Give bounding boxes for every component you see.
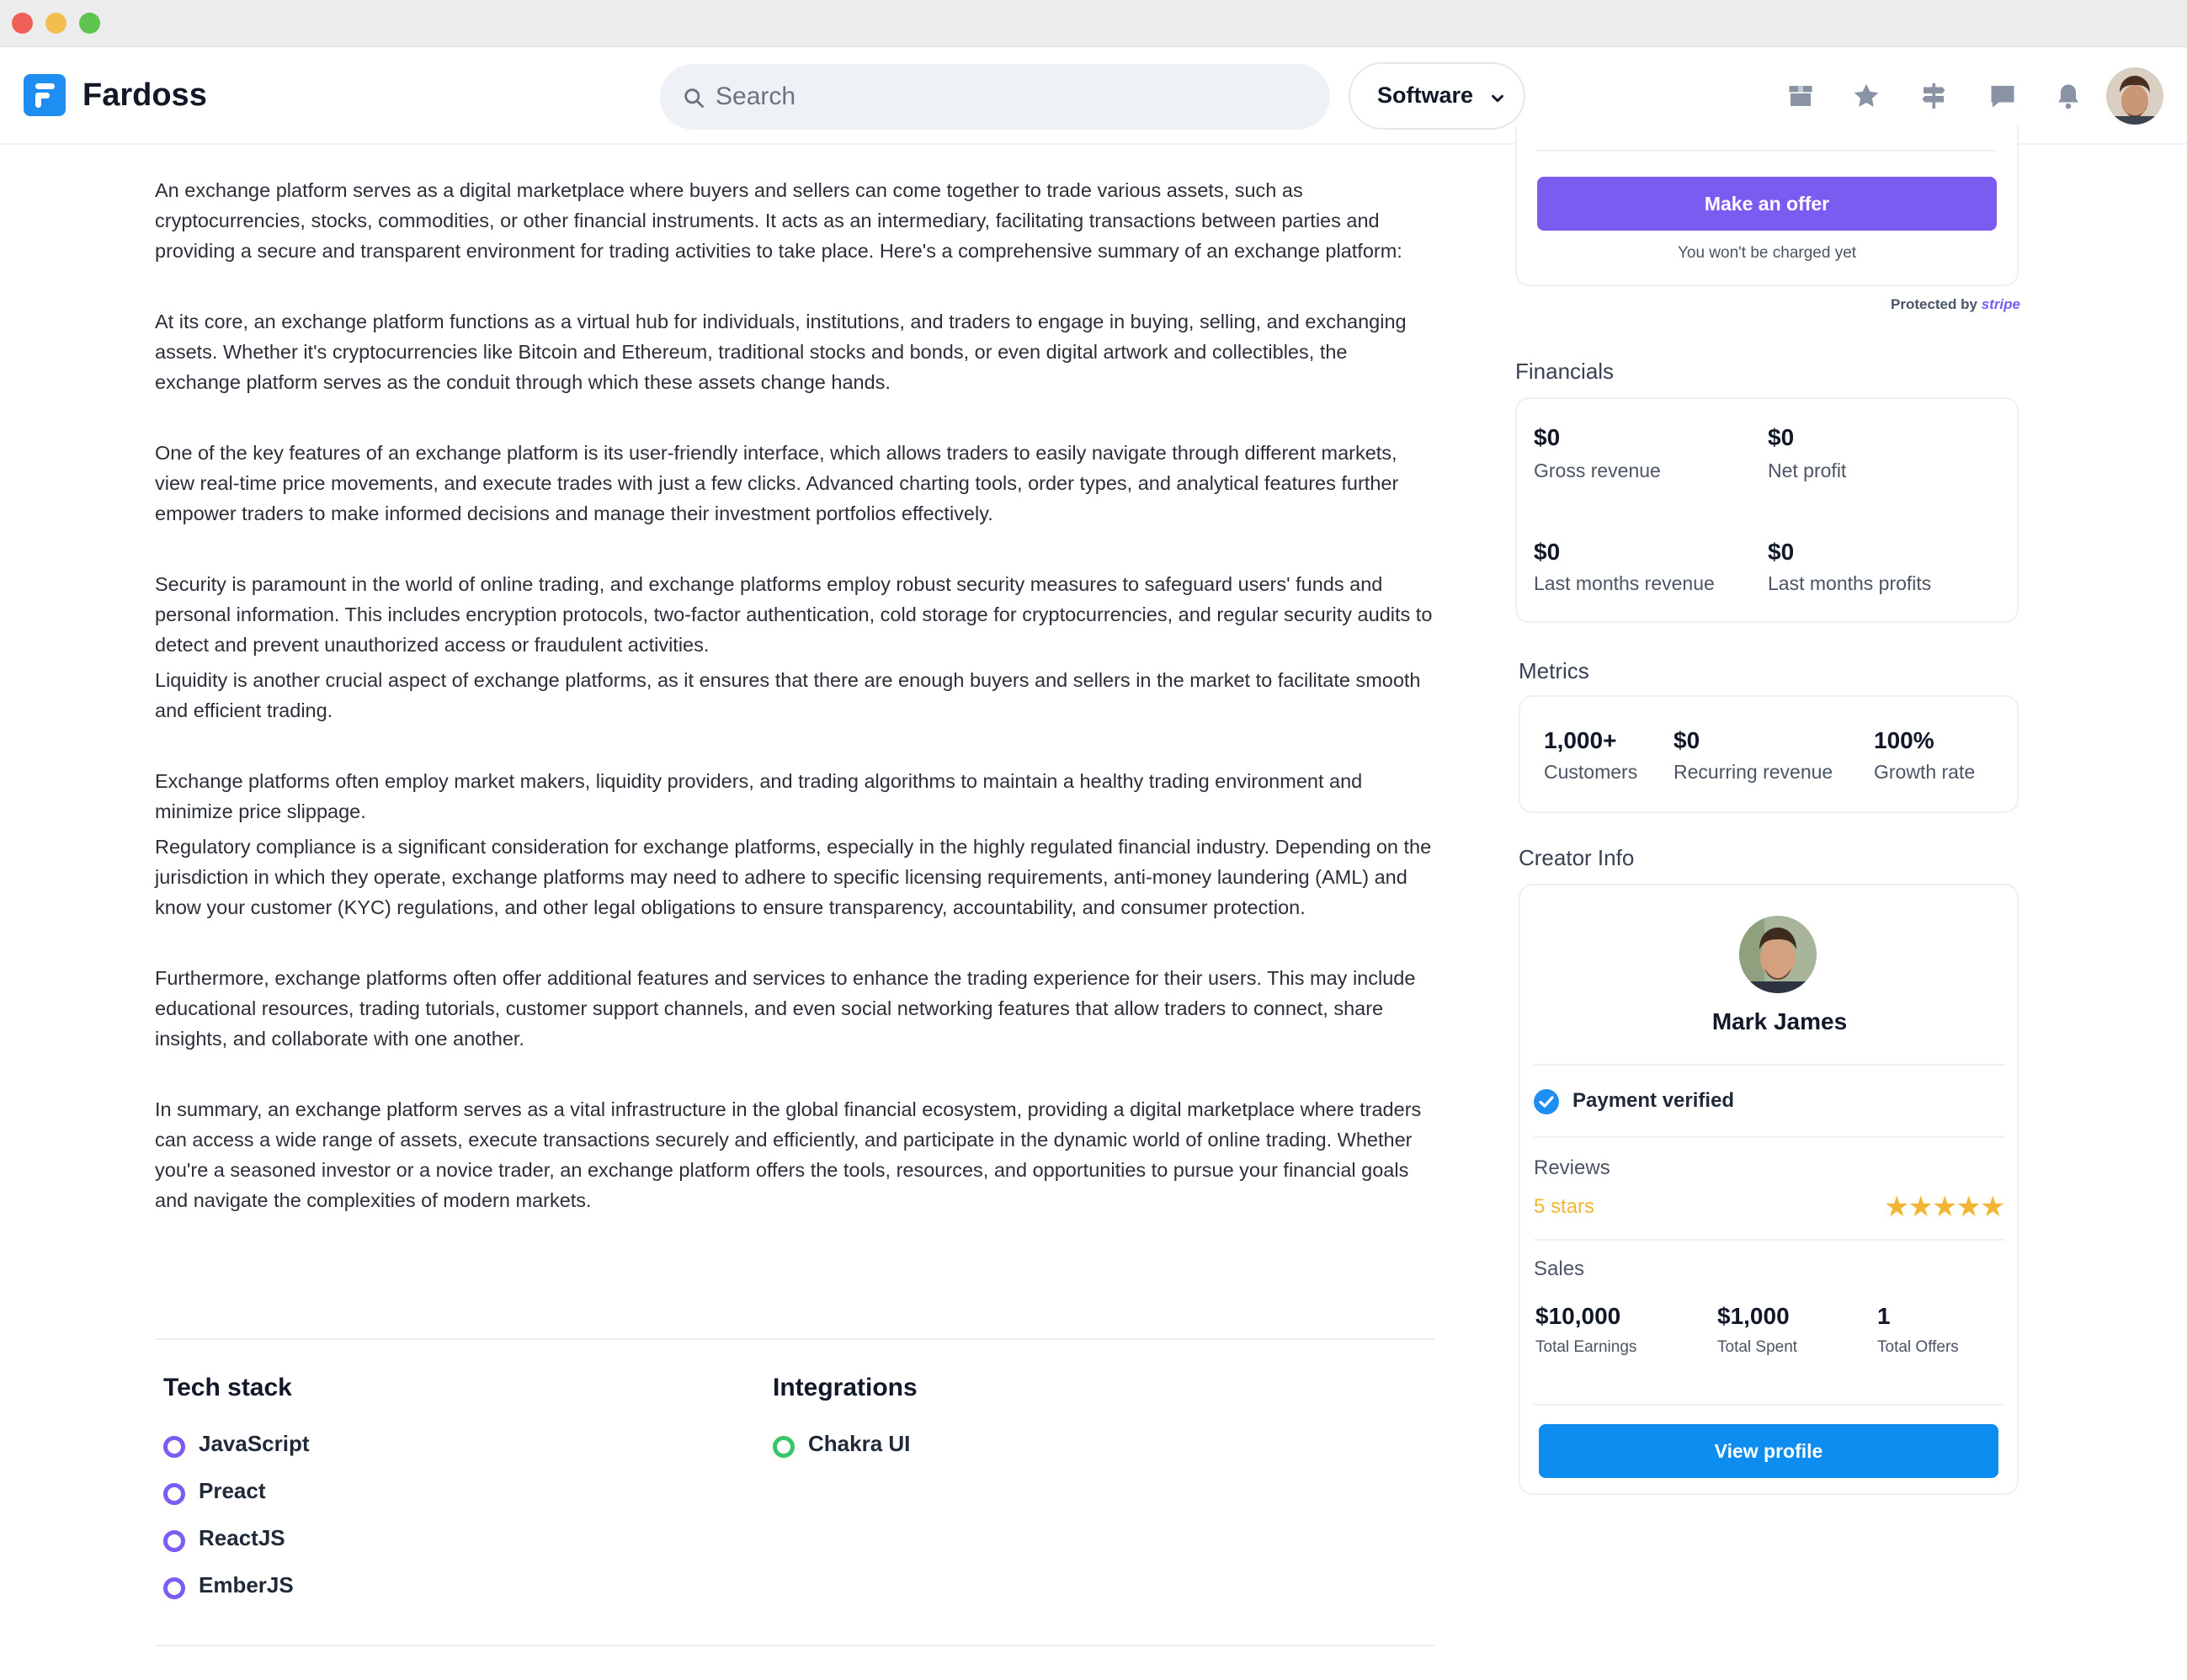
net-profit-value: $0 [1768, 424, 1795, 450]
tech-stack-item: EmberJS [163, 1572, 500, 1606]
description-paragraph: Security is paramount in the world of on… [155, 573, 1433, 656]
sales-label: Sales [1534, 1257, 1585, 1280]
creator-info-title: Creator Info [1519, 845, 1635, 870]
tech-stack-item: Preact [163, 1478, 500, 1512]
chevron-down-icon [1492, 94, 1503, 103]
bullet-icon [163, 1483, 185, 1505]
gross-revenue-label: Gross revenue [1534, 460, 1661, 481]
bullet-icon [163, 1530, 185, 1552]
recurring-revenue-value: $0 [1674, 727, 1700, 753]
close-window-button[interactable] [12, 13, 33, 34]
integrations-title: Integrations [773, 1374, 918, 1401]
star-icon: ★ [1884, 1191, 1910, 1223]
description-paragraph: Exchange platforms often employ market m… [155, 770, 1363, 822]
section-divider [1534, 1404, 2005, 1406]
description-paragraph: Liquidity is another crucial aspect of e… [155, 669, 1421, 721]
description-paragraph: An exchange platform serves as a digital… [155, 179, 1402, 262]
total-offers-value: 1 [1877, 1303, 1891, 1329]
customers-label: Customers [1544, 761, 1638, 783]
description-paragraph: Furthermore, exchange platforms often of… [155, 967, 1416, 1050]
tech-stack-title: Tech stack [163, 1374, 292, 1401]
section-divider [155, 1645, 1434, 1646]
maximize-window-button[interactable] [79, 13, 100, 34]
payment-verified-label: Payment verified [1572, 1089, 1735, 1112]
section-divider [1534, 1064, 2005, 1066]
app-name[interactable]: Fardoss [82, 77, 207, 114]
box-icon[interactable] [1785, 81, 1816, 111]
tech-stack-item: JavaScript [163, 1431, 500, 1465]
category-dropdown[interactable]: Software [1349, 62, 1525, 130]
star-icon: ★ [1931, 1191, 1958, 1223]
description-paragraph: Regulatory compliance is a significant c… [155, 836, 1432, 918]
total-earnings-label: Total Earnings [1535, 1338, 1637, 1356]
rating-label: 5 stars [1534, 1195, 1595, 1218]
view-profile-button[interactable]: View profile [1539, 1424, 1998, 1478]
net-profit-label: Net profit [1768, 460, 1847, 481]
gross-revenue-value: $0 [1534, 424, 1561, 450]
stripe-logo: stripe [1981, 296, 2020, 312]
total-spent-label: Total Spent [1717, 1338, 1798, 1356]
growth-rate-label: Growth rate [1874, 761, 1976, 783]
price-input-edge [1535, 150, 1997, 152]
last-months-profits-label: Last months profits [1768, 572, 1932, 594]
last-months-revenue-value: $0 [1534, 539, 1561, 565]
section-divider [1534, 1239, 2005, 1241]
window-titlebar [0, 0, 2187, 47]
search-bar[interactable]: Search [660, 64, 1330, 130]
logo-icon[interactable] [24, 74, 66, 116]
bullet-icon [773, 1436, 795, 1458]
growth-rate-value: 100% [1874, 727, 1934, 753]
description-paragraph: One of the key features of an exchange p… [155, 442, 1399, 524]
last-months-profits-value: $0 [1768, 539, 1795, 565]
protected-by-stripe: Protected by stripe [1890, 296, 2020, 312]
listing-description: An exchange platform serves as a digital… [155, 175, 1434, 1256]
bullet-icon [163, 1436, 185, 1458]
total-spent-value: $1,000 [1717, 1303, 1790, 1329]
star-icon[interactable] [1851, 81, 1881, 111]
make-offer-button[interactable]: Make an offer [1537, 177, 1997, 231]
recurring-revenue-label: Recurring revenue [1674, 761, 1833, 783]
check-circle-icon [1534, 1089, 1559, 1114]
star-icon: ★ [1956, 1191, 1982, 1223]
bullet-icon [163, 1577, 185, 1599]
metrics-card [1519, 695, 2019, 813]
minimize-window-button[interactable] [45, 13, 67, 34]
section-divider [155, 1338, 1434, 1340]
customers-value: 1,000+ [1544, 727, 1617, 753]
reviews-label: Reviews [1534, 1156, 1610, 1179]
user-avatar[interactable] [2106, 67, 2163, 125]
search-input[interactable]: Search [716, 82, 796, 111]
integration-item: Chakra UI [773, 1431, 1109, 1465]
financials-title: Financials [1515, 359, 1615, 384]
star-icon: ★ [1979, 1191, 2006, 1223]
section-divider [1534, 1136, 2005, 1138]
total-earnings-value: $10,000 [1535, 1303, 1621, 1329]
signpost-icon[interactable] [1918, 81, 1949, 111]
creator-name: Mark James [1711, 1008, 1848, 1034]
description-paragraph: In summary, an exchange platform serves … [155, 1098, 1422, 1211]
creator-avatar[interactable] [1739, 916, 1817, 993]
last-months-revenue-label: Last months revenue [1534, 572, 1715, 594]
star-icon: ★ [1908, 1191, 1934, 1223]
bell-icon[interactable] [2053, 81, 2083, 111]
description-paragraph: At its core, an exchange platform functi… [155, 311, 1407, 393]
category-dropdown-label: Software [1377, 82, 1474, 108]
search-icon [684, 88, 704, 108]
metrics-title: Metrics [1519, 658, 1589, 683]
offer-note: You won't be charged yet [1677, 244, 1857, 262]
star-rating: ★★★★★ [1884, 1190, 2006, 1224]
chat-icon[interactable] [1987, 81, 2018, 111]
tech-stack-item: ReactJS [163, 1525, 500, 1559]
total-offers-label: Total Offers [1877, 1338, 1959, 1356]
